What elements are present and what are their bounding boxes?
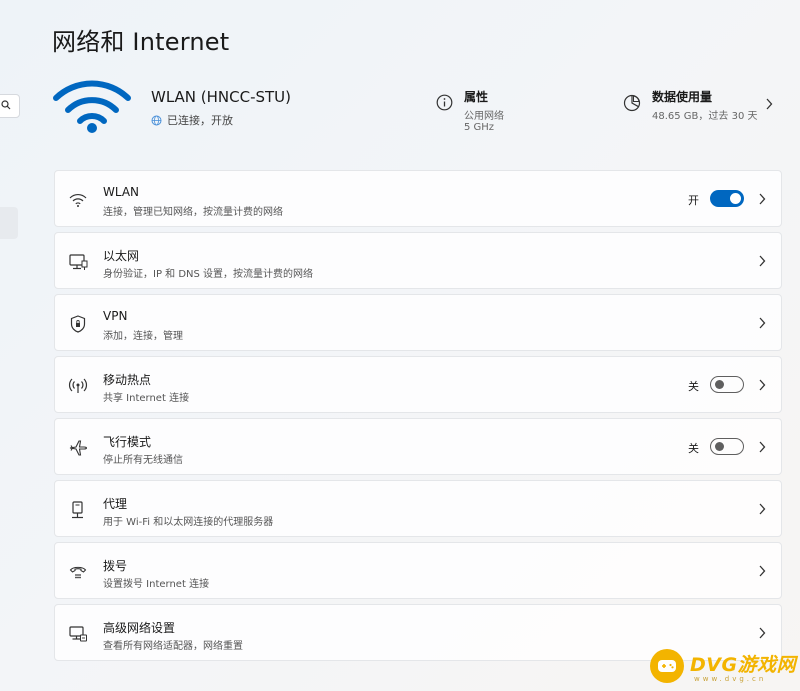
shield-icon (70, 315, 86, 333)
properties-band: 5 GHz (464, 122, 495, 133)
toggle-state-label: 开 (688, 194, 699, 207)
airplane-mode-toggle[interactable] (710, 438, 744, 455)
row-ethernet[interactable]: 以太网 身份验证，IP 和 DNS 设置，按流量计费的网络 (54, 232, 782, 289)
site-watermark: DVG游戏网 www.dvg.cn (646, 644, 800, 690)
info-icon (436, 94, 453, 111)
data-usage-button[interactable]: 数据使用量 48.65 GB，过去 30 天 (623, 88, 783, 128)
row-description: 用于 Wi-Fi 和以太网连接的代理服务器 (103, 517, 274, 528)
watermark-text: DVG游戏网 (690, 654, 797, 676)
chevron-right-icon (759, 503, 766, 515)
data-usage-title: 数据使用量 (652, 90, 713, 104)
network-pc-icon (69, 626, 87, 642)
chevron-right-icon (759, 565, 766, 577)
row-airplane-mode[interactable]: 飞行模式 停止所有无线通信 关 (54, 418, 782, 475)
chevron-right-icon (759, 441, 766, 453)
row-label: WLAN (103, 185, 140, 199)
watermark-url: www.dvg.cn (694, 675, 767, 683)
chevron-right-icon (766, 98, 773, 110)
properties-button[interactable]: 属性 公用网络 5 GHz (436, 88, 586, 138)
mobile-hotspot-toggle[interactable] (710, 376, 744, 393)
row-dial-up[interactable]: 拨号 设置拨号 Internet 连接 (54, 542, 782, 599)
row-label: 高级网络设置 (103, 621, 176, 635)
page-title: 网络和 Internet (52, 28, 230, 56)
wifi-large-icon (53, 80, 131, 133)
row-description: 添加，连接，管理 (103, 331, 183, 342)
connection-hero: WLAN (HNCC-STU) 已连接，开放 属性 公用网络 5 GHz 数据使… (52, 72, 782, 142)
row-label: 移动热点 (103, 373, 152, 387)
row-description: 查看所有网络适配器，网络重置 (103, 641, 243, 652)
row-description: 停止所有无线通信 (103, 455, 183, 466)
chevron-right-icon (759, 627, 766, 639)
network-name: WLAN (HNCC-STU) (151, 88, 292, 106)
search-box-edge[interactable] (0, 94, 20, 118)
row-label: 飞行模式 (103, 435, 152, 449)
globe-icon (151, 115, 162, 125)
chevron-right-icon (759, 255, 766, 267)
row-vpn[interactable]: VPN 添加，连接，管理 (54, 294, 782, 351)
hotspot-icon (68, 378, 88, 393)
row-proxy[interactable]: 代理 用于 Wi-Fi 和以太网连接的代理服务器 (54, 480, 782, 537)
toggle-state-label: 关 (688, 442, 699, 455)
row-label: 拨号 (103, 559, 128, 573)
settings-list: WLAN 连接，管理已知网络，按流量计费的网络 开 以太网 身份验证，IP 和 … (54, 170, 782, 666)
airplane-icon (69, 440, 88, 456)
connection-status: 已连接，开放 (151, 112, 233, 128)
ethernet-icon (69, 254, 88, 270)
toggle-state-label: 关 (688, 380, 699, 393)
row-description: 身份验证，IP 和 DNS 设置，按流量计费的网络 (103, 269, 314, 280)
row-description: 设置拨号 Internet 连接 (103, 579, 210, 590)
proxy-icon (72, 501, 83, 519)
row-label: 以太网 (103, 249, 140, 263)
row-label: VPN (103, 309, 128, 323)
chevron-right-icon (759, 379, 766, 391)
nav-pane-edge (0, 0, 20, 691)
chevron-right-icon (759, 317, 766, 329)
properties-network-type: 公用网络 (464, 111, 504, 122)
properties-title: 属性 (464, 90, 489, 104)
wlan-toggle[interactable] (710, 190, 744, 207)
row-wlan[interactable]: WLAN 连接，管理已知网络，按流量计费的网络 开 (54, 170, 782, 227)
chevron-right-icon (759, 193, 766, 205)
row-description: 共享 Internet 连接 (103, 393, 190, 404)
dialup-icon (69, 566, 87, 579)
nav-item-selected-edge[interactable] (0, 207, 18, 239)
connection-status-text: 已连接，开放 (167, 114, 233, 127)
data-usage-value: 48.65 GB，过去 30 天 (652, 111, 758, 122)
pie-chart-icon (623, 94, 641, 112)
wifi-icon (69, 194, 87, 207)
row-label: 代理 (103, 497, 128, 511)
search-icon (1, 100, 11, 110)
row-description: 连接，管理已知网络，按流量计费的网络 (103, 207, 283, 218)
gamepad-logo-icon (650, 649, 684, 683)
row-mobile-hotspot[interactable]: 移动热点 共享 Internet 连接 关 (54, 356, 782, 413)
